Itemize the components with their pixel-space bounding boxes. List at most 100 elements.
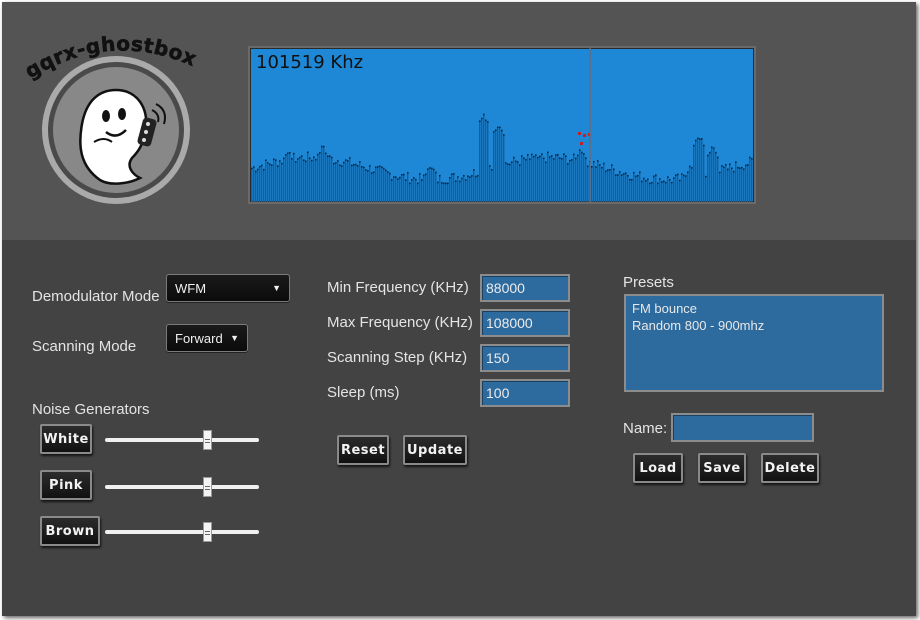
spectrum-bar [615, 175, 617, 202]
spectrum-peak-cap [299, 156, 301, 159]
delete-preset-button[interactable]: Delete [761, 453, 819, 483]
spectrum-peak-cap [549, 156, 551, 158]
spectrum-bar [747, 165, 749, 202]
spectrum-bar [511, 162, 513, 202]
preset-name-input[interactable] [671, 413, 814, 442]
spectrum-peak-cap [359, 161, 361, 163]
spectrum-bar [625, 173, 627, 202]
spectrum-peak-cap [595, 166, 597, 168]
spectrum-bar [541, 154, 543, 202]
slider-thumb[interactable] [203, 430, 213, 450]
spectrum-bar [531, 154, 533, 202]
spectrum-bar [503, 135, 505, 202]
spectrum-peak-cap [383, 167, 385, 170]
spectrum-bar [685, 176, 687, 202]
spectrum-bar [457, 177, 459, 202]
spectrum-bar [481, 118, 483, 202]
spectrum-peak-cap [379, 165, 381, 168]
spectrum-peak-cap [371, 172, 373, 175]
spectrum-peak-cap [437, 181, 439, 184]
presets-label: Presets [623, 274, 674, 291]
spectrum-bar [639, 172, 641, 202]
spectrum-bar [263, 169, 265, 202]
spectrum-bar [385, 170, 387, 202]
spectrum-peak-cap [285, 154, 287, 156]
spectrum-peak-cap [255, 170, 257, 173]
demodulator-mode-select[interactable]: WFM ▼ [166, 274, 290, 302]
spectrum-peak-cap [295, 161, 297, 163]
list-item[interactable]: FM bounce [632, 300, 876, 317]
spectrum-bar [513, 157, 515, 202]
spectrum-bar [469, 177, 471, 202]
spectrum-bar [515, 161, 517, 202]
spectrum-bar [479, 121, 481, 202]
white-noise-button[interactable]: White [40, 424, 92, 454]
spectrum-peak-cap [543, 157, 545, 160]
spectrum-peak-cap [261, 164, 263, 167]
spectrum-peak-cap [309, 157, 311, 160]
spectrum-peak-cap [669, 179, 671, 181]
spectrum-bar [397, 179, 399, 202]
spectrum-bar [257, 169, 259, 202]
scanning-step-input[interactable]: 150 [480, 344, 570, 372]
spectrum-peak-cap [653, 175, 655, 178]
spectrum-bar [559, 158, 561, 202]
spectrum-bar [355, 164, 357, 202]
min-frequency-input[interactable]: 88000 [480, 274, 570, 302]
spectrum-peak-cap [389, 172, 391, 175]
spectrum-bar [711, 147, 713, 202]
spectrum-peak-cap [697, 137, 699, 140]
spectrum-bar [477, 175, 479, 202]
spectrum-peak-cap [419, 173, 421, 175]
pink-noise-button[interactable]: Pink [40, 470, 92, 500]
spectrum-peak-cap [259, 165, 261, 168]
spectrum-peak-cap [315, 158, 317, 161]
brown-noise-button[interactable]: Brown [40, 516, 100, 546]
spectrum-peak-cap [399, 176, 401, 179]
save-preset-button[interactable]: Save [698, 453, 746, 483]
spectrum-bar [555, 155, 557, 202]
spectrum-bar [647, 179, 649, 202]
spectrum-bar [671, 182, 673, 202]
spectrum-peak-cap [337, 160, 339, 162]
spectrum-peak-cap [275, 159, 277, 161]
list-item[interactable]: Random 800 - 900mhz [632, 317, 876, 334]
load-preset-button[interactable]: Load [633, 453, 683, 483]
white-noise-slider[interactable] [105, 430, 259, 450]
demodulator-mode-label: Demodulator Mode [32, 288, 160, 305]
max-frequency-input[interactable]: 108000 [480, 309, 570, 337]
app-window: gqrx-ghostbox 101519 Khz Demodulator Mod… [2, 2, 916, 616]
spectrum-peak-cap [617, 174, 619, 176]
spectrum-peak-cap [373, 171, 375, 174]
sleep-input[interactable]: 100 [480, 379, 570, 407]
spectrum-bar [697, 138, 699, 202]
header-panel: gqrx-ghostbox 101519 Khz [2, 2, 916, 240]
max-frequency-label: Max Frequency (KHz) [327, 314, 473, 331]
spectrum-bar [579, 150, 581, 202]
spectrum-bar [383, 168, 385, 202]
spectrum-peak-cap [667, 176, 669, 178]
brown-noise-slider[interactable] [105, 522, 259, 542]
spectrum-bar [251, 168, 253, 202]
reset-button[interactable]: Reset [337, 435, 389, 465]
scanning-mode-select[interactable]: Forward ▼ [166, 324, 248, 352]
spectrum-peak-cap [671, 181, 673, 184]
spectrum-peak-cap [515, 160, 517, 163]
presets-list[interactable]: FM bounce Random 800 - 900mhz [624, 294, 884, 392]
slider-thumb[interactable] [203, 522, 213, 542]
spectrum-bar [413, 178, 415, 202]
pink-noise-slider[interactable] [105, 477, 259, 497]
spectrum-bar [377, 167, 379, 202]
spectrum-peak-cap [745, 164, 747, 167]
spectrum-peak-cap [683, 174, 685, 177]
update-button[interactable]: Update [403, 435, 467, 465]
spectrum-bar [609, 170, 611, 202]
spectrum-bar [337, 161, 339, 202]
spectrum-peak-cap [693, 144, 695, 147]
spectrum-bar [495, 130, 497, 202]
slider-thumb[interactable] [203, 477, 213, 497]
signal-marker [580, 142, 583, 145]
spectrum-bar [463, 175, 465, 202]
spectrum-bar [409, 183, 411, 202]
spectrum-peak-cap [375, 166, 377, 169]
